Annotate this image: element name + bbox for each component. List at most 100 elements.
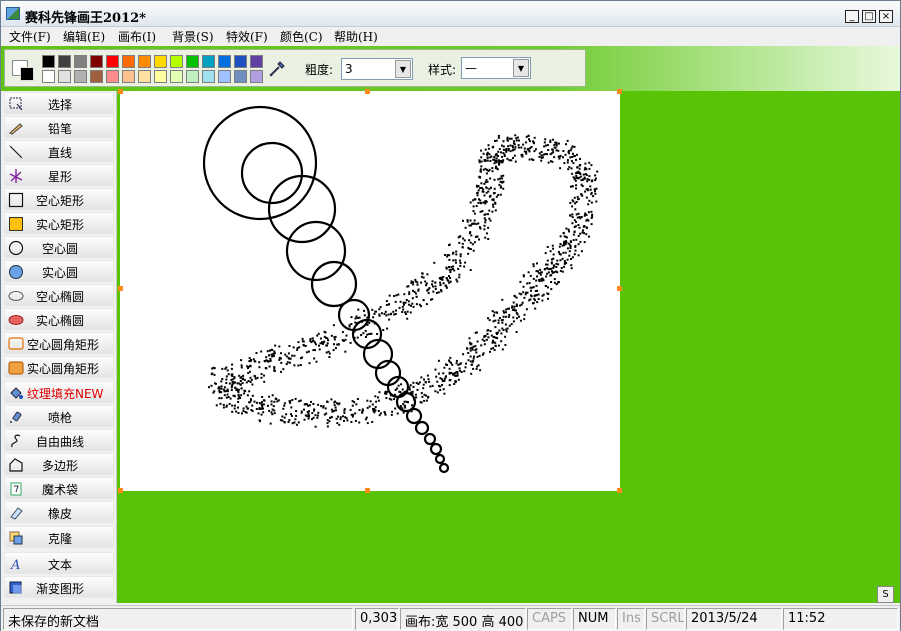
- tool-button[interactable]: A 文本: [4, 552, 114, 574]
- texture-fill-icon: [8, 385, 24, 401]
- color-swatch[interactable]: [170, 55, 183, 68]
- chevron-down-icon[interactable]: ▼: [513, 59, 529, 77]
- tool-label: 实心矩形: [35, 218, 84, 232]
- color-swatch[interactable]: [250, 55, 263, 68]
- toolbar: 粗度: 3 ▼ 样式: — ▼: [1, 46, 900, 91]
- minimize-button[interactable]: _: [845, 10, 859, 23]
- tool-button[interactable]: 实心椭圆: [4, 308, 114, 330]
- color-swatch[interactable]: [234, 70, 247, 83]
- tool-button[interactable]: 空心圆角矩形: [4, 332, 114, 354]
- tool-button[interactable]: 直线: [4, 140, 114, 162]
- resize-handle-l[interactable]: [118, 286, 123, 291]
- menu-background[interactable]: 背景(S): [172, 28, 214, 45]
- hollow-rounded-rect-icon: [8, 336, 24, 352]
- color-swatch[interactable]: [122, 55, 135, 68]
- resize-handle-tl[interactable]: [118, 89, 123, 94]
- line-style-value: —: [465, 61, 477, 75]
- color-swatch[interactable]: [106, 55, 119, 68]
- maximize-button[interactable]: □: [862, 10, 876, 23]
- resize-handle-br[interactable]: [617, 488, 622, 493]
- line-style-select[interactable]: — ▼: [461, 57, 531, 79]
- color-swatch[interactable]: [218, 55, 231, 68]
- color-swatch[interactable]: [218, 70, 231, 83]
- tool-button[interactable]: 选择: [4, 92, 114, 114]
- tool-label: 渐变图形: [35, 582, 84, 596]
- color-swatch[interactable]: [58, 70, 71, 83]
- color-swatch[interactable]: [90, 55, 103, 68]
- resize-handle-tr[interactable]: [617, 89, 622, 94]
- tool-button[interactable]: 空心圆: [4, 236, 114, 258]
- status-coords: 0,303: [355, 608, 399, 630]
- color-swatch[interactable]: [42, 70, 55, 83]
- drawing-canvas[interactable]: [120, 91, 620, 491]
- menu-canvas[interactable]: 画布(I): [118, 28, 156, 45]
- solid-rounded-rect-icon: [8, 360, 24, 376]
- color-swatch[interactable]: [186, 70, 199, 83]
- color-swatch[interactable]: [154, 70, 167, 83]
- tool-button[interactable]: 渐变图形: [4, 576, 114, 598]
- window-title: 赛科先锋画王2012*: [25, 11, 146, 26]
- tool-button[interactable]: 实心矩形: [4, 212, 114, 234]
- tool-button[interactable]: 橡皮: [4, 501, 114, 523]
- resize-handle-bl[interactable]: [118, 488, 123, 493]
- title-bar[interactable]: 赛科先锋画王2012* _ □ ×: [1, 1, 900, 27]
- tool-button[interactable]: 实心圆: [4, 260, 114, 282]
- color-selector[interactable]: [8, 56, 38, 84]
- tool-button[interactable]: 多边形: [4, 453, 114, 475]
- tool-button[interactable]: 克隆: [4, 526, 114, 548]
- tool-button[interactable]: 铅笔: [4, 116, 114, 138]
- tool-button[interactable]: 纹理填充NEW: [4, 381, 114, 403]
- scroll-corner-button[interactable]: S: [877, 586, 894, 603]
- thickness-select[interactable]: 3 ▼: [341, 58, 413, 80]
- tool-button[interactable]: 星形: [4, 164, 114, 186]
- color-swatch[interactable]: [154, 55, 167, 68]
- tool-button[interactable]: 空心矩形: [4, 188, 114, 210]
- color-swatch[interactable]: [74, 55, 87, 68]
- menu-color[interactable]: 颜色(C): [280, 28, 323, 45]
- color-swatch[interactable]: [202, 70, 215, 83]
- tool-button[interactable]: 魔术袋: [4, 477, 114, 499]
- tool-button[interactable]: 空心椭圆: [4, 284, 114, 306]
- drawn-circle: [438, 462, 450, 474]
- tool-button[interactable]: 实心圆角矩形: [4, 356, 114, 378]
- color-swatch[interactable]: [42, 55, 55, 68]
- resize-handle-t[interactable]: [365, 89, 370, 94]
- tool-button[interactable]: 自由曲线: [4, 429, 114, 451]
- menu-file[interactable]: 文件(F): [9, 28, 51, 45]
- tool-label: 选择: [47, 98, 72, 112]
- eyedropper-icon[interactable]: [267, 59, 287, 79]
- color-swatch[interactable]: [202, 55, 215, 68]
- thickness-label: 粗度:: [305, 63, 334, 77]
- close-button[interactable]: ×: [879, 10, 893, 23]
- menu-effects[interactable]: 特效(F): [226, 28, 268, 45]
- color-swatch[interactable]: [138, 55, 151, 68]
- color-swatch[interactable]: [74, 70, 87, 83]
- color-swatch[interactable]: [58, 55, 71, 68]
- drawn-circle: [429, 442, 443, 456]
- toolbar-panel: 粗度: 3 ▼ 样式: — ▼: [4, 49, 586, 87]
- background-color[interactable]: [20, 67, 34, 81]
- color-swatch[interactable]: [170, 70, 183, 83]
- color-swatch[interactable]: [106, 70, 119, 83]
- color-swatch[interactable]: [138, 70, 151, 83]
- chevron-down-icon[interactable]: ▼: [395, 60, 411, 78]
- resize-handle-b[interactable]: [365, 488, 370, 493]
- tool-label: 自由曲线: [35, 435, 84, 449]
- color-swatch[interactable]: [250, 70, 263, 83]
- color-swatch[interactable]: [234, 55, 247, 68]
- tool-label: 魔术袋: [41, 483, 78, 497]
- resize-handle-r[interactable]: [617, 286, 622, 291]
- menu-help[interactable]: 帮助(H): [334, 28, 378, 45]
- tool-label: 空心椭圆: [35, 290, 84, 304]
- tool-label: 橡皮: [47, 507, 72, 521]
- style-label: 样式:: [428, 63, 457, 77]
- tool-button[interactable]: 喷枪: [4, 405, 114, 427]
- color-swatch[interactable]: [90, 70, 103, 83]
- tool-label: 铅笔: [47, 122, 72, 136]
- tool-label: 文本: [47, 558, 72, 572]
- menu-edit[interactable]: 编辑(E): [63, 28, 105, 45]
- app-window: 赛科先锋画王2012* _ □ × 文件(F) 编辑(E) 画布(I) 背景(S…: [0, 0, 901, 631]
- color-swatch[interactable]: [122, 70, 135, 83]
- status-canvas-size: 画布:宽 500 高 400: [400, 608, 526, 630]
- color-swatch[interactable]: [186, 55, 199, 68]
